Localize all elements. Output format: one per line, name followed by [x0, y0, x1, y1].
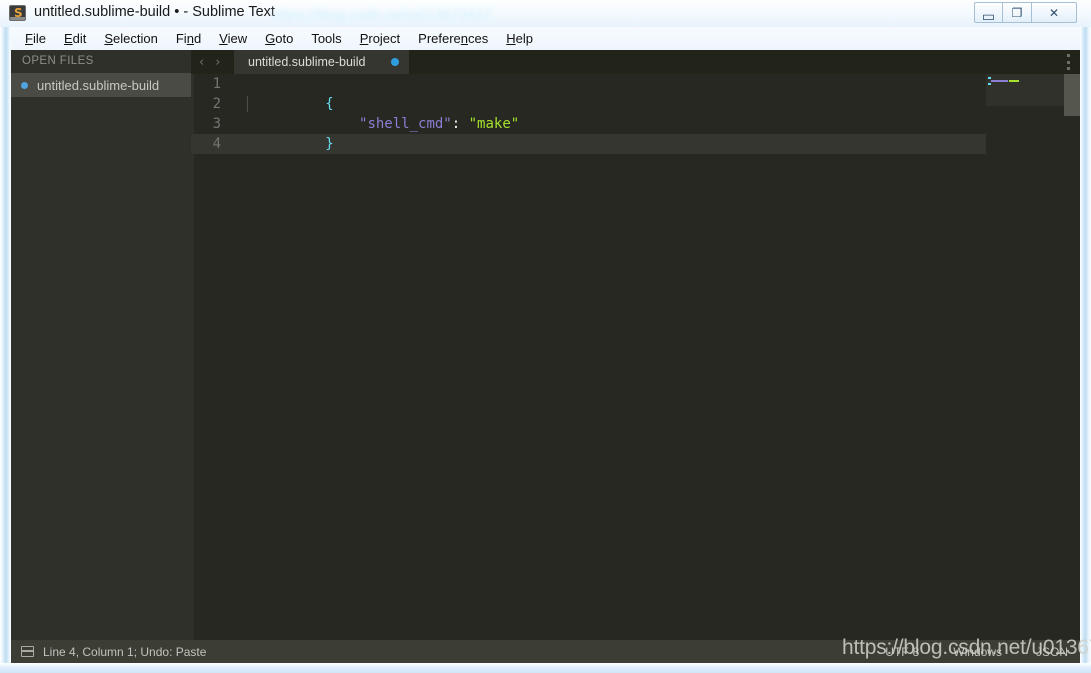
code-content[interactable]: { "shell_cmd": "make" }: [241, 74, 1080, 663]
menu-item-edit[interactable]: Edit: [55, 29, 95, 48]
menu-item-goto[interactable]: Goto: [256, 29, 302, 48]
tab-label: untitled.sublime-build: [248, 55, 366, 69]
close-icon: ✕: [1048, 5, 1060, 20]
title-bar[interactable]: S untitled.sublime-build • - Sublime Tex…: [0, 0, 1091, 27]
sidebar-open-files-list: untitled.sublime-build: [11, 73, 191, 97]
window-title: untitled.sublime-build • - Sublime Text: [34, 4, 275, 20]
status-right-group: UTF-8 Windows JSON: [885, 645, 1068, 659]
sidebar-item-untitled-sublime-build[interactable]: untitled.sublime-build: [11, 73, 191, 97]
menu-item-project[interactable]: Project: [351, 29, 409, 48]
token-json-value: "make": [468, 116, 520, 132]
maximize-button[interactable]: ❐: [1003, 2, 1032, 23]
line-number: 4: [212, 136, 221, 152]
modified-dot-icon: [21, 81, 28, 89]
tab-next-icon[interactable]: ›: [213, 55, 222, 70]
sublime-text-icon: S: [9, 5, 26, 21]
code-line-2: "shell_cmd": "make": [241, 94, 1080, 132]
menu-item-file[interactable]: File: [16, 29, 55, 48]
minimap-viewport[interactable]: [986, 74, 1064, 106]
line-number-gutter: 1 2 3 4: [191, 74, 231, 663]
code-line-1: {: [241, 74, 1080, 112]
icon-base: [10, 17, 25, 20]
minimize-icon: ▭: [981, 8, 996, 25]
sidebar: OPEN FILES untitled.sublime-build: [11, 50, 191, 663]
unsaved-dot-icon[interactable]: [391, 58, 399, 66]
menu-item-preferences[interactable]: Preferences: [409, 29, 497, 48]
sidebar-item-label: untitled.sublime-build: [37, 77, 160, 93]
tab-navigation: ‹ ›: [197, 50, 222, 74]
editor-scrollbar-track[interactable]: [1064, 74, 1080, 663]
minimap-line-1: [988, 77, 991, 79]
menu-item-view[interactable]: View: [210, 29, 256, 48]
status-line-endings[interactable]: Windows: [953, 645, 1002, 659]
minimap-line-2a: [991, 80, 1008, 82]
token-colon: :: [451, 116, 461, 132]
menu-item-tools[interactable]: Tools: [302, 29, 350, 48]
menu-item-help[interactable]: Help: [497, 29, 542, 48]
window-border-bottom: [0, 663, 1091, 673]
minimize-button[interactable]: ▭: [974, 2, 1003, 25]
tab-bar: ‹ › untitled.sublime-build: [191, 50, 1080, 74]
status-syntax[interactable]: JSON: [1036, 645, 1068, 659]
editor-area[interactable]: 1 2 3 4 { "shell_cmd": "make" }: [191, 74, 1080, 663]
menu-bar: File Edit Selection Find View Goto Tools…: [11, 27, 1080, 50]
line-number: 1: [212, 76, 221, 92]
token-open-brace: {: [325, 96, 334, 112]
dot-1: [1066, 54, 1070, 57]
line-number: 3: [212, 116, 221, 132]
dot-3: [1066, 67, 1070, 70]
editor-scrollbar-thumb[interactable]: [1064, 74, 1080, 116]
menu-item-selection[interactable]: Selection: [95, 29, 166, 48]
application-window: S untitled.sublime-build • - Sublime Tex…: [0, 0, 1091, 673]
window-controls: ▭ ❐ ✕: [974, 2, 1077, 25]
minimap-line-3: [988, 83, 991, 85]
maximize-icon: ❐: [1011, 5, 1023, 20]
close-button[interactable]: ✕: [1032, 2, 1077, 23]
tab-prev-icon[interactable]: ‹: [197, 55, 206, 70]
menu-item-find[interactable]: Find: [167, 29, 210, 48]
window-border-left: [0, 0, 11, 673]
status-encoding[interactable]: UTF-8: [885, 645, 919, 659]
title-watermark: https://blog.csdn.net/u013673437: [272, 6, 492, 22]
token-json-key: "shell_cmd": [359, 116, 452, 132]
tab-untitled-sublime-build[interactable]: untitled.sublime-build: [234, 50, 409, 74]
app-body: OPEN FILES untitled.sublime-build ‹ › un…: [11, 50, 1080, 663]
token-close-brace: }: [325, 136, 334, 152]
line-number: 2: [212, 96, 221, 112]
status-bar: Line 4, Column 1; Undo: Paste UTF-8 Wind…: [11, 640, 1080, 663]
status-message: Line 4, Column 1; Undo: Paste: [43, 644, 207, 659]
window-border-right: [1080, 0, 1091, 673]
minimap-line-2b: [1009, 80, 1019, 82]
minimap[interactable]: [986, 74, 1064, 663]
tab-overflow-menu-icon[interactable]: [1066, 54, 1070, 70]
sidebar-section-open-files: OPEN FILES: [22, 55, 94, 67]
dot-2: [1066, 60, 1070, 64]
panel-toggle-icon[interactable]: [21, 646, 34, 657]
